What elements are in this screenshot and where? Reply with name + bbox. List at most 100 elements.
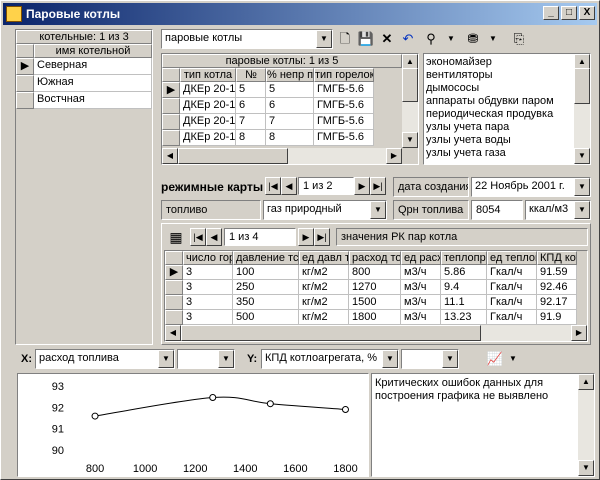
boiler-grid-column[interactable]: тип горелок — [314, 68, 374, 82]
chevron-down-icon[interactable]: ▼ — [316, 30, 332, 48]
prev-rk-button[interactable]: ◀ — [206, 228, 222, 246]
boiler-grid-cell[interactable]: ГМГБ-5.6 — [314, 130, 374, 146]
rk-grid-column[interactable]: ед давл т — [299, 251, 349, 265]
row-indicator[interactable] — [165, 310, 183, 325]
row-indicator[interactable]: ▶ — [16, 58, 34, 75]
equipment-vscroll[interactable]: ▲ ▼ — [574, 54, 590, 164]
x-axis-select[interactable]: расход топлива ▼ — [35, 349, 175, 369]
rk-grid-cell[interactable]: 250 — [233, 280, 299, 295]
rk-grid-cell[interactable]: м3/ч — [401, 280, 441, 295]
equipment-list[interactable]: экономайзер вентиляторы дымососы аппараты о… — [423, 53, 591, 165]
row-indicator[interactable] — [16, 92, 34, 109]
rk-grid-cell[interactable]: кг/м2 — [299, 295, 349, 310]
equipment-item[interactable]: периодическая продувка — [426, 108, 574, 121]
rk-grid-cell[interactable]: 92.46 — [537, 280, 577, 295]
rk-grid-cell[interactable]: 1500 — [349, 295, 401, 310]
y-axis-dropdown-icon[interactable]: ▼ — [382, 350, 398, 368]
equipment-item[interactable]: аппараты обдувки паром — [426, 95, 574, 108]
rk-grid-column[interactable]: расход топ — [349, 251, 401, 265]
database-icon[interactable]: ⛃ — [463, 29, 483, 49]
equipment-item[interactable]: узлы учета воды — [426, 134, 574, 147]
minimize-button[interactable]: _ — [543, 6, 559, 20]
rk-grid-cell[interactable]: кг/м2 — [299, 265, 349, 280]
rk-grid-column[interactable]: ед теплоп — [487, 251, 537, 265]
rk-grid-cell[interactable]: 92.17 — [537, 295, 577, 310]
row-indicator[interactable] — [165, 295, 183, 310]
rk-grid-column[interactable]: давление тсп — [233, 251, 299, 265]
boiler-grid-cell[interactable]: ДКЕр 20-13 — [180, 130, 236, 146]
y-axis-select[interactable]: КПД котлоагрегата, % ▼ — [261, 349, 399, 369]
fuel-consumption-input[interactable]: 8054 — [471, 200, 523, 220]
rk-grid-column[interactable]: КПД котл — [537, 251, 577, 265]
rk-grid-cell[interactable]: Гкал/ч — [487, 295, 537, 310]
row-indicator[interactable] — [16, 75, 34, 92]
equipment-item[interactable]: экономайзер — [426, 56, 574, 69]
date-picker[interactable]: 22 Ноябрь 2001 г. ▼ — [471, 177, 591, 197]
unit-select[interactable]: ккал/м3 ▼ — [525, 200, 591, 220]
rk-grid-cell[interactable]: Гкал/ч — [487, 310, 537, 325]
boiler-grid-cell[interactable]: 5 — [266, 82, 314, 98]
exit-icon[interactable]: ⎘ — [509, 29, 529, 49]
boiler-grid-cell[interactable]: ГМГБ-5.6 — [314, 82, 374, 98]
binoculars-icon[interactable]: ⚲ — [421, 29, 441, 49]
rk-grid-cell[interactable]: 3 — [183, 310, 233, 325]
find-dropdown-icon[interactable]: ▼ — [441, 29, 461, 49]
equipment-item[interactable]: узлы учета пара — [426, 121, 574, 134]
equipment-item[interactable]: вентиляторы — [426, 69, 574, 82]
rk-grid-cell[interactable]: м3/ч — [401, 295, 441, 310]
title-bar[interactable]: Паровые котлы _ □ X — [3, 3, 597, 25]
rk-grid-cell[interactable]: Гкал/ч — [487, 265, 537, 280]
boiler-grid-cell[interactable]: ГМГБ-5.6 — [314, 114, 374, 130]
boiler-grid-cell[interactable]: ДКЕр 20-13 — [180, 82, 236, 98]
rk-grid-cell[interactable]: 1270 — [349, 280, 401, 295]
rk-grid-hscroll[interactable]: ◀ ▶ — [165, 325, 587, 341]
y-extra-select[interactable]: ▼ — [401, 349, 459, 369]
row-indicator[interactable] — [162, 98, 180, 114]
x-axis-dropdown-icon[interactable]: ▼ — [158, 350, 174, 368]
rk-grid-cell[interactable]: 91.9 — [537, 310, 577, 325]
last-mode-button[interactable]: ▶| — [370, 177, 386, 195]
rk-grid-cell[interactable]: кг/м2 — [299, 310, 349, 325]
first-mode-button[interactable]: |◀ — [265, 177, 281, 195]
rk-grid-cell[interactable]: 500 — [233, 310, 299, 325]
undo-icon[interactable]: ↶ — [398, 29, 418, 49]
row-indicator[interactable]: ▶ — [162, 82, 180, 98]
message-vscroll[interactable]: ▲ ▼ — [578, 374, 594, 476]
row-indicator[interactable]: ▶ — [165, 265, 183, 280]
category-select[interactable]: паровые котлы ▼ — [161, 29, 333, 49]
equipment-item[interactable]: узлы учета газа — [426, 147, 574, 160]
boiler-grid-cell[interactable]: ГМГБ-5.6 — [314, 98, 374, 114]
boiler-grid-column[interactable]: % непр пр — [266, 68, 314, 82]
calendar-dropdown-icon[interactable]: ▼ — [574, 178, 590, 196]
boiler-grid-column[interactable]: № — [236, 68, 266, 82]
row-indicator[interactable] — [165, 280, 183, 295]
row-indicator[interactable] — [162, 114, 180, 130]
prev-mode-button[interactable]: ◀ — [281, 177, 297, 195]
next-mode-button[interactable]: ▶ — [354, 177, 370, 195]
boiler-grid-cell[interactable]: 5 — [236, 82, 266, 98]
rk-grid-cell[interactable]: м3/ч — [401, 310, 441, 325]
boiler-grid-cell[interactable]: 8 — [236, 130, 266, 146]
equipment-item[interactable]: дымососы — [426, 82, 574, 95]
rk-grid-cell[interactable]: 91.59 — [537, 265, 577, 280]
rk-grid-cell[interactable]: 11.1 — [441, 295, 487, 310]
next-rk-button[interactable]: ▶ — [298, 228, 314, 246]
last-rk-button[interactable]: ▶| — [314, 228, 330, 246]
rk-grid-cell[interactable]: 3 — [183, 280, 233, 295]
rk-grid-cell[interactable]: 100 — [233, 265, 299, 280]
delete-icon[interactable]: ✕ — [377, 29, 397, 49]
boiler-house-row[interactable]: Южная — [34, 75, 152, 92]
rk-grid-cell[interactable]: 9.4 — [441, 280, 487, 295]
rk-grid-cell[interactable]: 3 — [183, 265, 233, 280]
close-button[interactable]: X — [579, 6, 595, 20]
boiler-grid-cell[interactable]: ДКЕр 20-13 — [180, 114, 236, 130]
rk-grid-cell[interactable]: 350 — [233, 295, 299, 310]
rk-grid-cell[interactable]: 1800 — [349, 310, 401, 325]
chart-dropdown-icon[interactable]: ▼ — [503, 349, 523, 369]
boiler-grid-column[interactable]: тип котла — [180, 68, 236, 82]
x-extra-dropdown-icon[interactable]: ▼ — [218, 350, 234, 368]
boiler-grid-cell[interactable]: 8 — [266, 130, 314, 146]
boiler-grid-vscroll[interactable]: ▲ ▼ — [402, 54, 418, 148]
boiler-house-row[interactable]: Востчная — [34, 92, 152, 109]
rk-grid-column[interactable]: число гор — [183, 251, 233, 265]
